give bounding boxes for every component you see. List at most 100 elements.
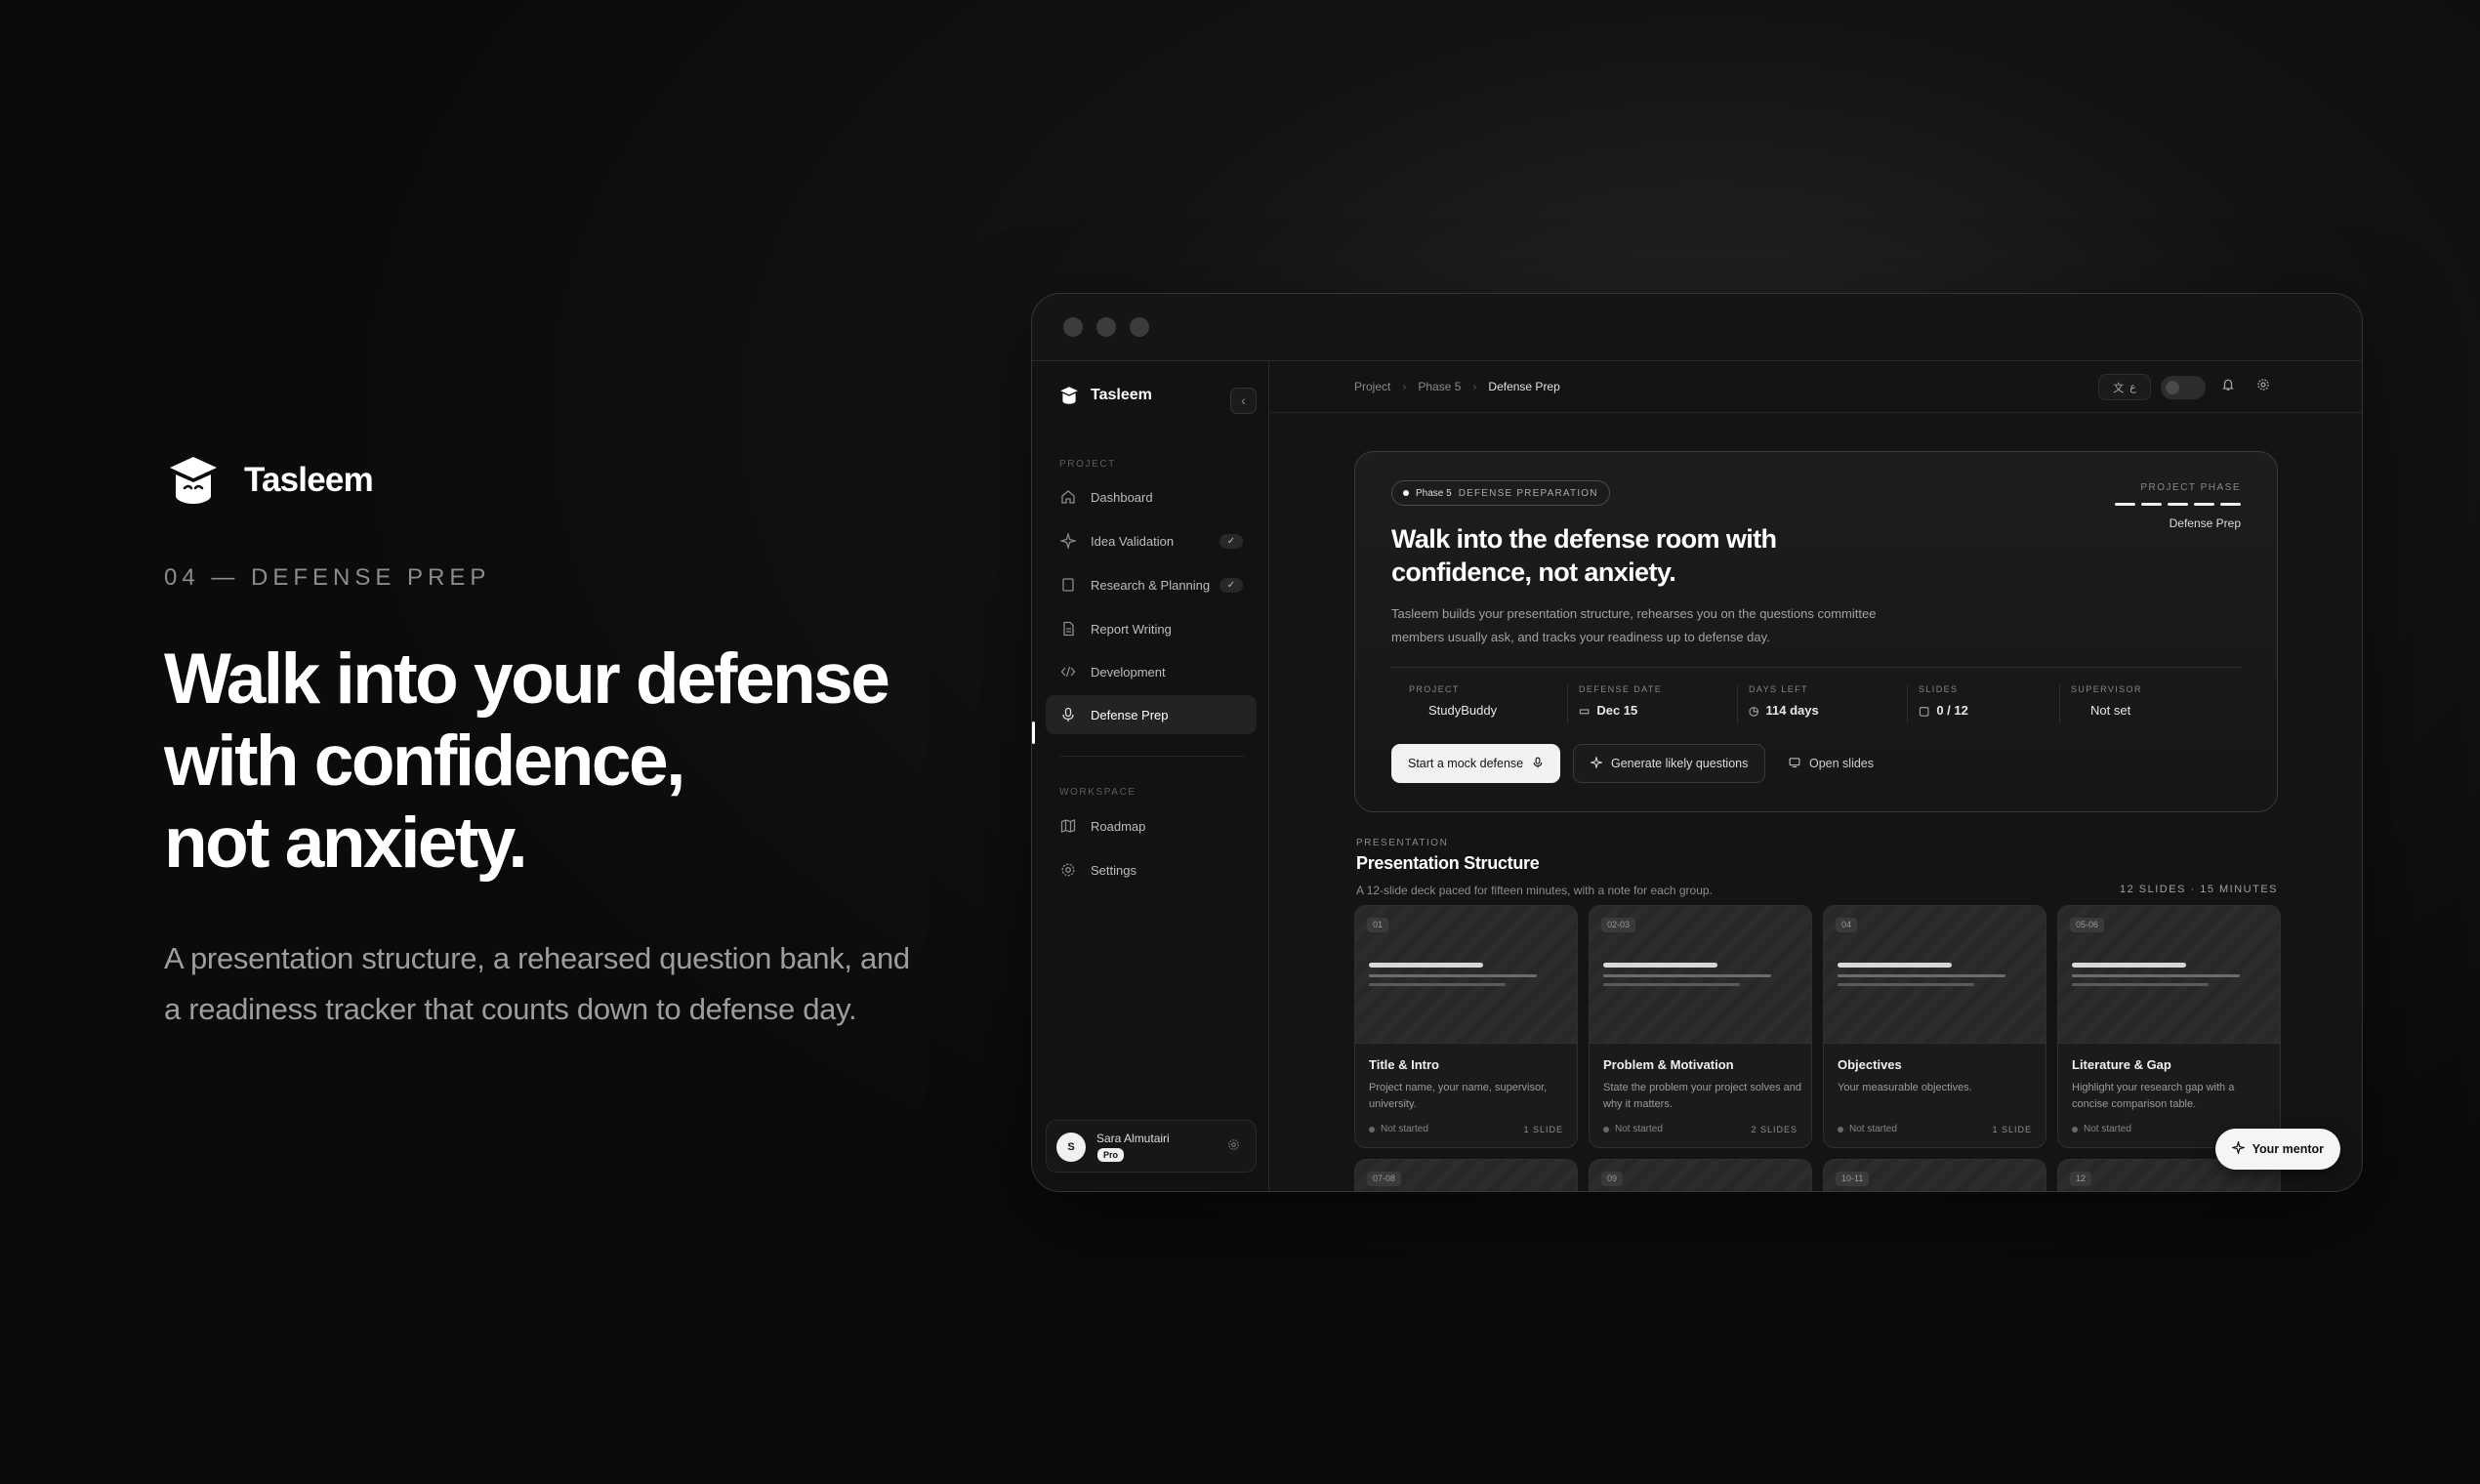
slide-card[interactable]: 10-11 [1823,1159,2046,1191]
gear-icon [1059,861,1077,879]
mentor-button[interactable]: Your mentor [2214,1129,2340,1170]
slide-range: 09 [1601,1172,1624,1186]
stat-divider [1907,684,1908,723]
slide-title: Literature & Gap [2072,1057,2171,1072]
slide-description: Highlight your research gap with a conci… [2072,1082,2235,1110]
app-name: Tasleem [1091,387,1152,403]
user-settings-gear-icon[interactable] [1227,1138,1240,1156]
stat-label: SLIDES [1919,684,1959,694]
chevron-right-icon: › [1402,380,1407,393]
translate-icon: 文 [2113,382,2125,394]
avatar: S [1056,1133,1086,1162]
collapse-sidebar-button[interactable]: ‹ [1230,388,1257,414]
slide-card[interactable]: 05-06 Literature & Gap Highlight your re… [2057,905,2281,1148]
window-close-dot[interactable] [1063,317,1083,337]
slide-range: 05-06 [2070,918,2105,932]
slide-status: Not started [2072,1124,2131,1134]
app-brand: Tasleem [1058,385,1152,406]
project-phase-label: PROJECT PHASE [2140,482,2241,493]
chevron-left-icon: ‹ [1241,392,1246,408]
slide-range: 04 [1836,918,1858,932]
clock-icon: ◷ [1749,703,1759,718]
topbar-tools: 文 ع [2098,374,2276,400]
main-content: Project › Phase 5 › Defense Prep 文 ع Pha… [1270,361,2362,1191]
sidebar-item-research-planning[interactable]: Research & Planning ✓ [1046,565,1257,604]
slides-icon: ▢ [1919,703,1930,718]
slide-description: State the problem your project solves an… [1603,1082,1802,1110]
slide-title: Title & Intro [1369,1057,1439,1072]
start-mock-defense-button[interactable]: Start a mock defense [1391,744,1561,783]
brand-name: Tasleem [244,461,374,499]
graduation-cap-logo-icon [170,457,217,504]
topbar: Project › Phase 5 › Defense Prep 文 ع [1270,361,2362,413]
sidebar-item-label: Dashboard [1091,489,1153,505]
chevron-right-icon: › [1472,380,1477,393]
sparkle-icon [1059,532,1077,550]
hero-section: Tasleem 04 — DEFENSE PREP Walk into your… [164,451,945,1035]
generate-questions-button[interactable]: Generate likely questions [1573,744,1766,783]
sidebar-item-defense-prep[interactable]: Defense Prep [1046,695,1257,734]
breadcrumb: Project › Phase 5 › Defense Prep [1354,380,1560,393]
window-maximize-dot[interactable] [1130,317,1149,337]
stat-divider [2059,684,2060,723]
slide-thumbnail: 01 [1355,906,1577,1044]
sidebar-item-development[interactable]: Development [1046,652,1257,691]
button-label: Open slides [1809,757,1875,770]
theme-toggle[interactable] [2161,375,2206,399]
window-minimize-dot[interactable] [1096,317,1116,337]
check-icon: ✓ [1219,577,1243,593]
slide-count: 1 SLIDE [1992,1125,2032,1134]
sidebar-item-report-writing[interactable]: Report Writing [1046,609,1257,648]
button-label: Generate likely questions [1611,757,1749,770]
workspace-section-label: WORKSPACE [1059,787,1137,798]
sidebar-item-label: Settings [1091,862,1137,878]
slide-description: Your measurable objectives. [1838,1082,1972,1093]
stat-slides: SLIDES ▢ 0 / 12 [1919,684,1968,718]
slide-card[interactable]: 02-03 Problem & Motivation State the pro… [1589,905,1812,1148]
slide-card[interactable]: 09 [1589,1159,1812,1191]
user-card[interactable]: S Sara Almutairi Pro [1046,1120,1257,1173]
slide-range: 12 [2070,1172,2092,1186]
bell-icon[interactable] [2215,378,2241,396]
slide-count: 2 SLIDES [1751,1125,1798,1134]
gear-icon[interactable] [2251,378,2276,396]
microphone-icon [1532,757,1544,771]
brand: Tasleem [164,451,945,510]
stat-label: DEFENSE DATE [1579,684,1663,694]
slide-card[interactable]: 01 Title & Intro Project name, your name… [1354,905,1578,1148]
phase-progress [2115,503,2241,506]
slide-card[interactable]: 07-08 [1354,1159,1578,1191]
app-logo-icon [1060,387,1078,404]
defense-hero-card: Phase 5 DEFENSE PREPARATION PROJECT PHAS… [1354,451,2278,812]
sidebar-divider [1059,756,1245,757]
sidebar-item-settings[interactable]: Settings [1046,850,1257,889]
book-icon [1059,576,1077,594]
sidebar-item-idea-validation[interactable]: Idea Validation ✓ [1046,521,1257,560]
slide-status: Not started [1369,1124,1428,1134]
stat-label: PROJECT [1409,684,1460,694]
breadcrumb-phase[interactable]: Phase 5 [1418,380,1461,393]
slide-thumbnail: 04 [1824,906,2046,1044]
slide-card[interactable]: 04 Objectives Your measurable objectives… [1823,905,2046,1148]
app-window: Tasleem ‹ PROJECT Dashboard Idea Validat… [1031,293,2363,1192]
open-slides-button[interactable]: Open slides [1772,744,1890,783]
card-title: Walk into the defense room with confiden… [1391,524,1777,587]
breadcrumb-project[interactable]: Project [1354,380,1390,393]
slide-status: Not started [1603,1124,1663,1134]
plan-badge: Pro [1097,1148,1125,1162]
sidebar-item-dashboard[interactable]: Dashboard [1046,477,1257,516]
sidebar-item-roadmap[interactable]: Roadmap [1046,806,1257,845]
section-eyebrow: 04 — DEFENSE PREP [164,564,491,591]
slide-thumbnail: 02-03 [1590,906,1811,1044]
stat-divider [1567,684,1568,723]
language-button[interactable]: 文 ع [2098,374,2151,400]
slide-thumbnail: 07-08 [1355,1160,1577,1191]
presentation-eyebrow: PRESENTATION [1356,838,1449,848]
hero-subtext: A presentation structure, a rehearsed qu… [164,941,910,1026]
phase-pill: Phase 5 DEFENSE PREPARATION [1391,480,1610,506]
phase-name: DEFENSE PREPARATION [1458,487,1598,499]
slide-title: Problem & Motivation [1603,1057,1734,1072]
slide-count: 1 SLIDE [1523,1125,1563,1134]
home-icon [1059,488,1077,506]
presentation-description: A 12-slide deck paced for fifteen minute… [1356,884,1713,897]
